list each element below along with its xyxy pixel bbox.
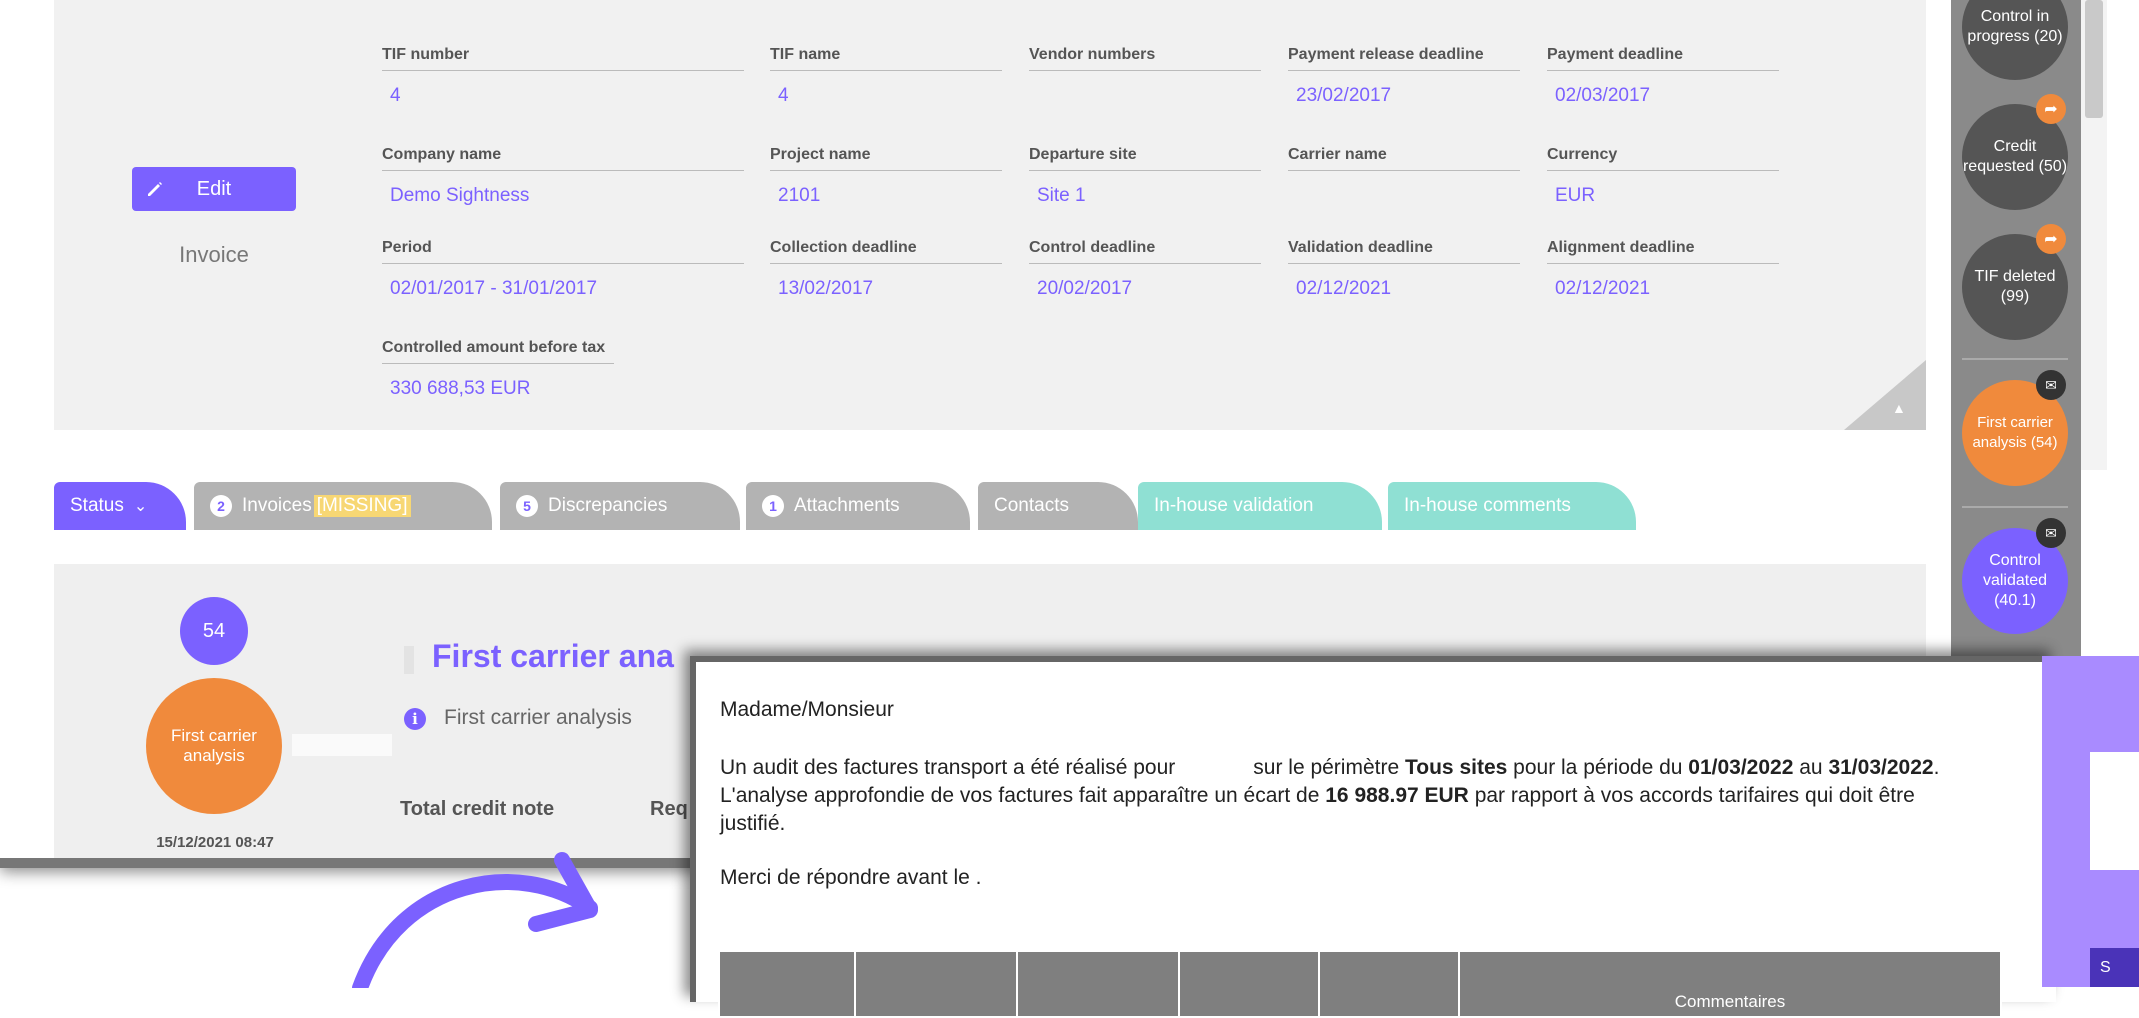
curved-arrow-icon — [352, 852, 598, 988]
letter-preview: Madame/Monsieur Un audit des factures tr… — [690, 656, 2056, 1018]
envelope-icon: ✉ — [2036, 518, 2066, 548]
status-divider — [1962, 506, 2068, 508]
scrollbar-thumb[interactable] — [2085, 0, 2103, 118]
field-vendor-numbers: Vendor numbers — [1029, 46, 1261, 85]
table-header-cell — [1016, 950, 1180, 1018]
field-period: Period 02/01/2017 - 31/01/2017 — [382, 239, 744, 300]
tab-inhouse-comments[interactable]: In-house comments — [1388, 482, 1636, 530]
field-carrier-name: Carrier name — [1288, 146, 1520, 185]
collapse-arrow-icon[interactable]: ▲ — [1892, 400, 1906, 416]
info-icon: i — [404, 708, 426, 730]
table-header-cell — [718, 950, 856, 1018]
table-header-cell — [854, 950, 1018, 1018]
field-departure-site: Departure site Site 1 — [1029, 146, 1261, 207]
tab-status[interactable]: Status ⌄ — [54, 482, 186, 530]
edit-button-label: Edit — [196, 177, 232, 200]
share-arrow-icon: ➦ — [2036, 94, 2066, 124]
tab-invoices[interactable]: 2 Invoices [MISSING] — [194, 482, 492, 530]
field-company-name: Company name Demo Sightness — [382, 146, 744, 207]
tab-inhouse-validation[interactable]: In-house validation — [1138, 482, 1382, 530]
column-header-req: Req — [650, 798, 688, 820]
tab-contacts[interactable]: Contacts — [978, 482, 1138, 530]
missing-badge: [MISSING] — [313, 495, 411, 517]
status-timestamp: 15/12/2021 08:47 — [156, 834, 274, 851]
column-header-total-credit-note: Total credit note — [400, 798, 555, 820]
side-panel-card — [2090, 752, 2139, 870]
field-control-deadline: Control deadline 20/02/2017 — [1029, 239, 1261, 300]
edit-button[interactable]: Edit — [132, 167, 296, 211]
status-title: First carrier ana — [432, 638, 674, 674]
share-arrow-icon: ➦ — [2036, 224, 2066, 254]
table-header-cell — [1178, 950, 1320, 1018]
side-panel-button[interactable]: S — [2090, 948, 2139, 987]
field-tif-name: TIF name 4 — [770, 46, 1002, 107]
field-payment-deadline: Payment deadline 02/03/2017 — [1547, 46, 1779, 107]
table-header-comments: Commentaires — [1458, 950, 2002, 1018]
letter-greeting: Madame/Monsieur — [720, 698, 894, 721]
pencil-icon — [148, 182, 162, 196]
status-connector — [292, 734, 392, 756]
table-header-cell — [1318, 950, 1460, 1018]
field-collection-deadline: Collection deadline 13/02/2017 — [770, 239, 1002, 300]
field-controlled-amount: Controlled amount before tax 330 688,53 … — [382, 339, 614, 400]
field-currency: Currency EUR — [1547, 146, 1779, 207]
document-type-label: Invoice — [179, 242, 249, 267]
title-marker — [404, 646, 414, 674]
field-alignment-deadline: Alignment deadline 02/12/2021 — [1547, 239, 1779, 300]
letter-paragraph-1: Un audit des factures transport a été ré… — [720, 756, 1940, 835]
field-payment-release-deadline: Payment release deadline 23/02/2017 — [1288, 46, 1520, 107]
status-step-number: 54 — [180, 597, 248, 665]
field-project-name: Project name 2101 — [770, 146, 1002, 207]
tab-discrepancies[interactable]: 5 Discrepancies — [500, 482, 740, 530]
chevron-down-icon: ⌄ — [133, 498, 148, 515]
status-subtitle: First carrier analysis — [444, 706, 632, 729]
collapse-corner[interactable] — [1844, 360, 1926, 430]
envelope-icon: ✉ — [2036, 370, 2066, 400]
field-validation-deadline: Validation deadline 02/12/2021 — [1288, 239, 1520, 300]
field-tif-number: TIF number 4 — [382, 46, 744, 107]
tab-attachments[interactable]: 1 Attachments — [746, 482, 970, 530]
status-step-bubble: First carrier analysis — [146, 678, 282, 814]
status-divider — [1962, 358, 2068, 360]
letter-table: Commentaires — [718, 950, 2002, 1018]
letter-deadline: Merci de répondre avant le . — [720, 866, 982, 889]
